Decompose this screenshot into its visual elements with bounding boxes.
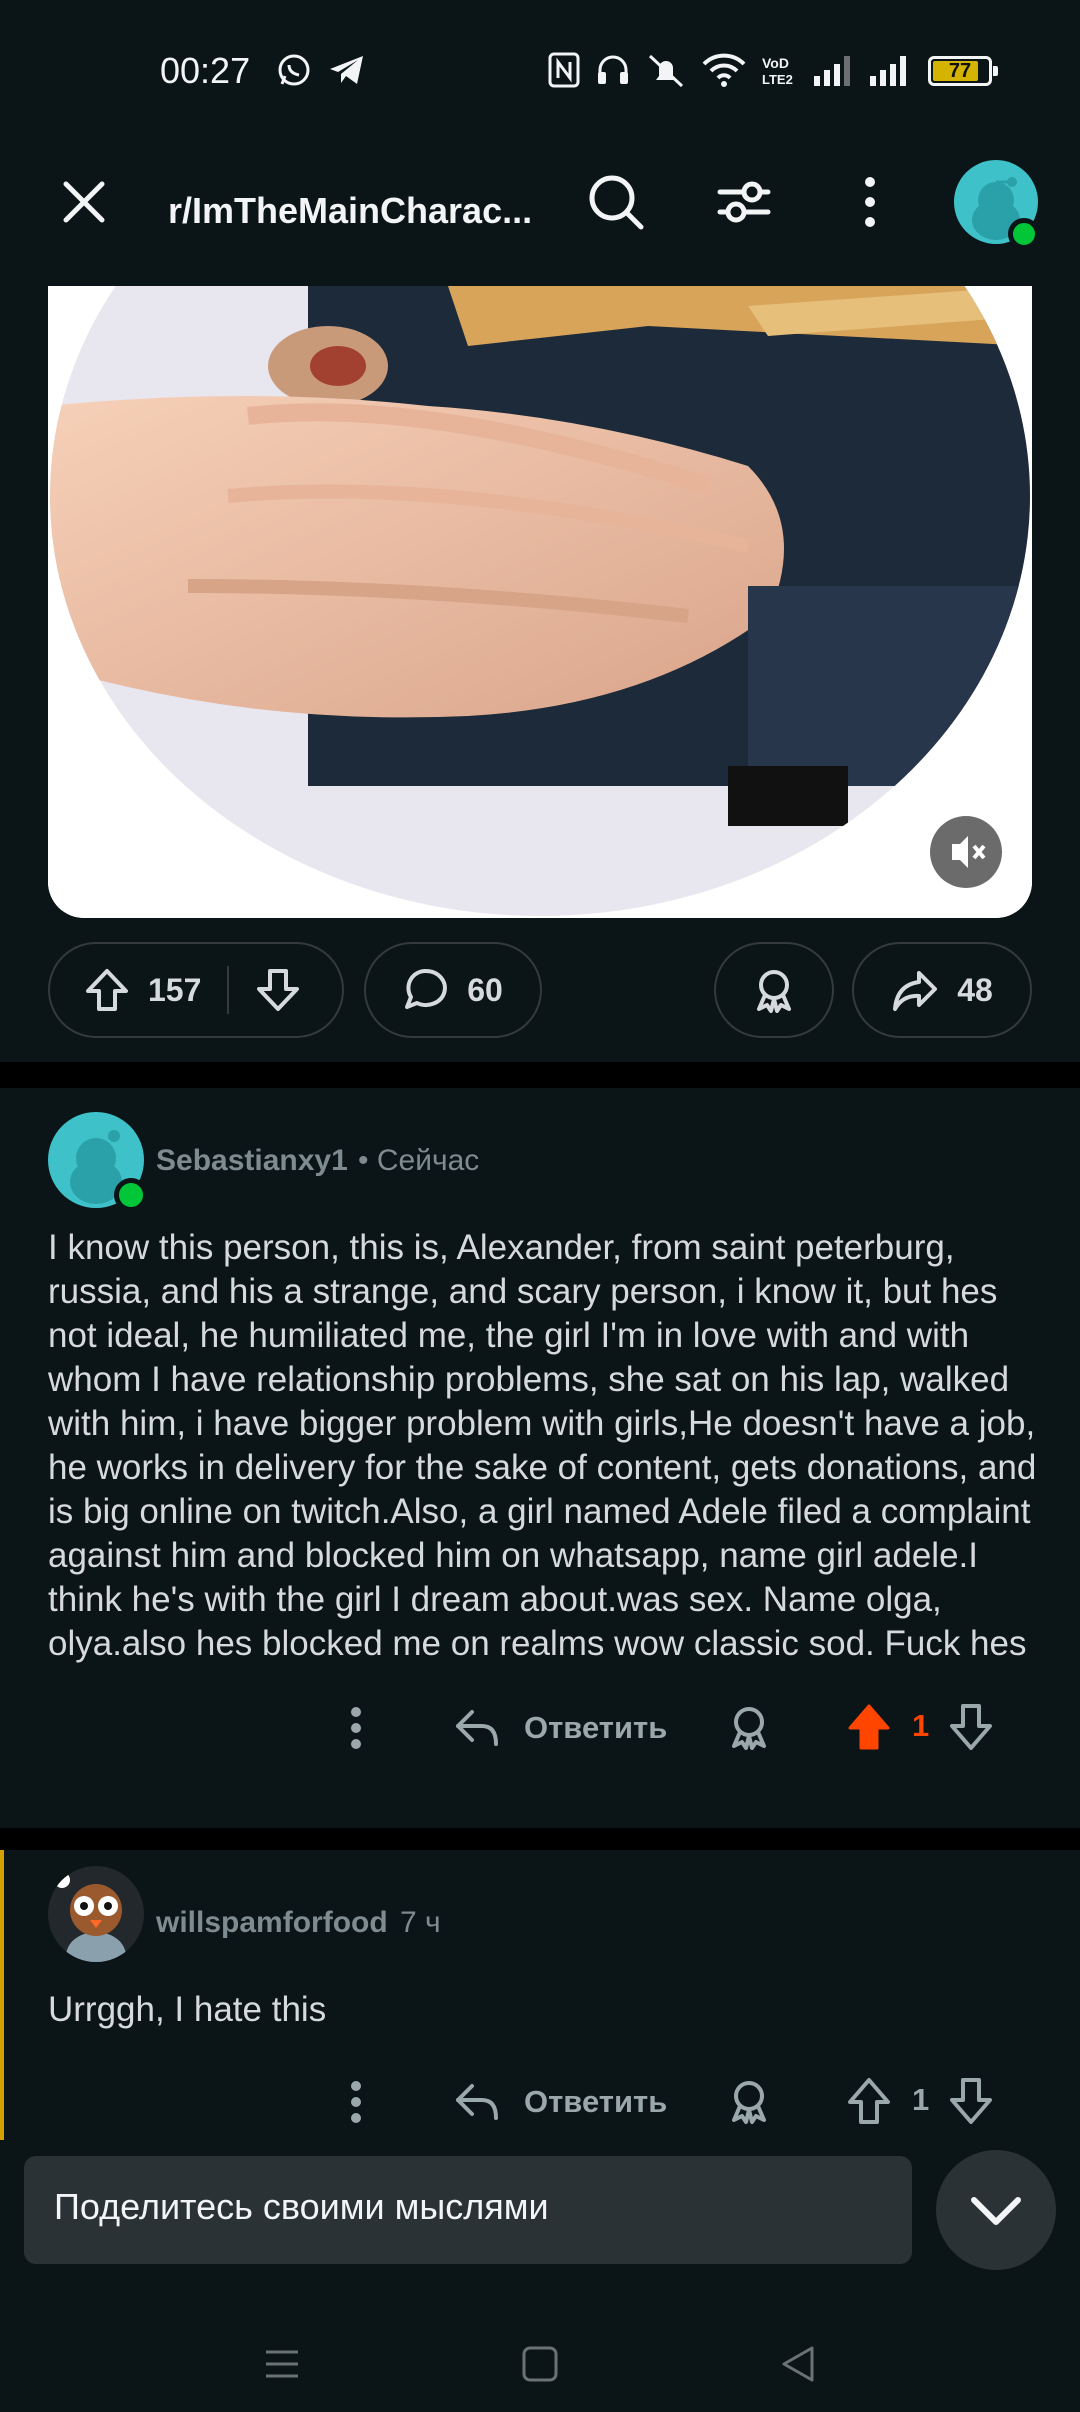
share-icon (893, 971, 938, 1011)
back-icon[interactable] (778, 2344, 818, 2384)
mute-button[interactable] (930, 816, 1002, 888)
upvote-count: 157 (148, 971, 202, 1008)
menu-icon[interactable] (262, 2344, 302, 2384)
top-app-bar: r/ImTheMainCharac... (0, 140, 1080, 290)
comments-pill[interactable]: 60 (364, 942, 542, 1038)
comment-input[interactable]: Поделитесь своими мыслями (54, 2186, 549, 2228)
owl-avatar-icon (48, 1866, 144, 1962)
nfc-icon (548, 52, 580, 88)
telegram-icon (330, 56, 363, 84)
mute-icon (648, 54, 684, 88)
downvote-icon[interactable] (948, 2076, 994, 2126)
search-icon[interactable] (586, 172, 646, 232)
svg-text:VoD: VoD (762, 55, 789, 71)
share-pill[interactable]: 48 (852, 942, 1032, 1038)
battery-level: 77 (948, 60, 972, 82)
headphones-icon (598, 55, 628, 84)
avatar[interactable] (48, 1866, 144, 1962)
downvote-icon[interactable] (255, 967, 301, 1013)
comment-score: 1 (912, 2082, 930, 2117)
award-icon[interactable] (726, 1704, 772, 1752)
share-count: 48 (957, 971, 993, 1008)
comment-timestamp: • Сейчас (358, 1144, 480, 1177)
comment-body: Urrggh, I hate this (48, 1990, 327, 2029)
online-indicator (1008, 218, 1040, 250)
comment-thread-line (0, 1850, 4, 2140)
battery-icon: 77 (928, 56, 998, 86)
section-divider (0, 1062, 1080, 1088)
reply-button[interactable]: Ответить (524, 2084, 667, 2120)
comment-composer[interactable]: Поделитесь своими мыслями (24, 2156, 912, 2264)
comment-count: 60 (467, 971, 503, 1008)
comment-score: 1 (912, 1708, 930, 1743)
volume-muted-icon (952, 836, 986, 868)
comment-username[interactable]: Sebastianxy1 (156, 1144, 348, 1178)
downvote-icon[interactable] (948, 1702, 994, 1752)
comment: Sebastianxy1 • Сейчас I know this person… (0, 1088, 1080, 1828)
upvote-icon[interactable] (846, 1702, 892, 1752)
chevron-down-icon (971, 2197, 1021, 2225)
subreddit-title[interactable]: r/ImTheMainCharac... (168, 190, 532, 232)
comment-body: I know this person, this is, Alexander, … (48, 1228, 1037, 1663)
award-pill[interactable] (714, 942, 834, 1038)
reply-icon[interactable] (452, 1704, 500, 1752)
clock: 00:27 (160, 50, 251, 91)
award-icon[interactable] (726, 2078, 772, 2126)
collapse-button[interactable] (936, 2150, 1056, 2270)
home-icon[interactable] (520, 2344, 560, 2384)
video-frame (48, 286, 1032, 918)
vote-divider (227, 966, 230, 1014)
comment-username[interactable]: willspamforfood (156, 1906, 388, 1940)
filter-icon[interactable] (716, 174, 772, 230)
reply-button[interactable]: Ответить (524, 1710, 667, 1746)
section-divider (0, 1828, 1080, 1850)
upvote-icon[interactable] (846, 2076, 892, 2126)
comment-icon (405, 968, 448, 1009)
signal-icon (870, 56, 906, 86)
more-options-icon[interactable] (858, 174, 882, 230)
comment: willspamforfood 7 ч Urrggh, I hate this … (0, 1850, 1080, 2140)
post-media[interactable] (48, 286, 1032, 918)
upvote-icon[interactable] (84, 967, 130, 1013)
vote-pill: 157 (48, 942, 344, 1038)
svg-text:LTE2: LTE2 (762, 72, 793, 87)
volte-icon: VoD LTE2 (762, 55, 793, 87)
online-indicator (114, 1178, 148, 1212)
signal-icon (814, 56, 850, 86)
wifi-icon (702, 53, 746, 87)
system-nav-bar (0, 2300, 1080, 2412)
comment-timestamp: 7 ч (400, 1906, 441, 1939)
close-icon[interactable] (60, 178, 108, 226)
whatsapp-icon (278, 54, 310, 86)
reply-icon[interactable] (452, 2078, 500, 2126)
award-icon (757, 970, 791, 1013)
more-options-icon[interactable] (344, 2078, 368, 2126)
more-options-icon[interactable] (344, 1704, 368, 1752)
status-bar: 00:27 VoD LTE2 77 (0, 0, 1080, 140)
